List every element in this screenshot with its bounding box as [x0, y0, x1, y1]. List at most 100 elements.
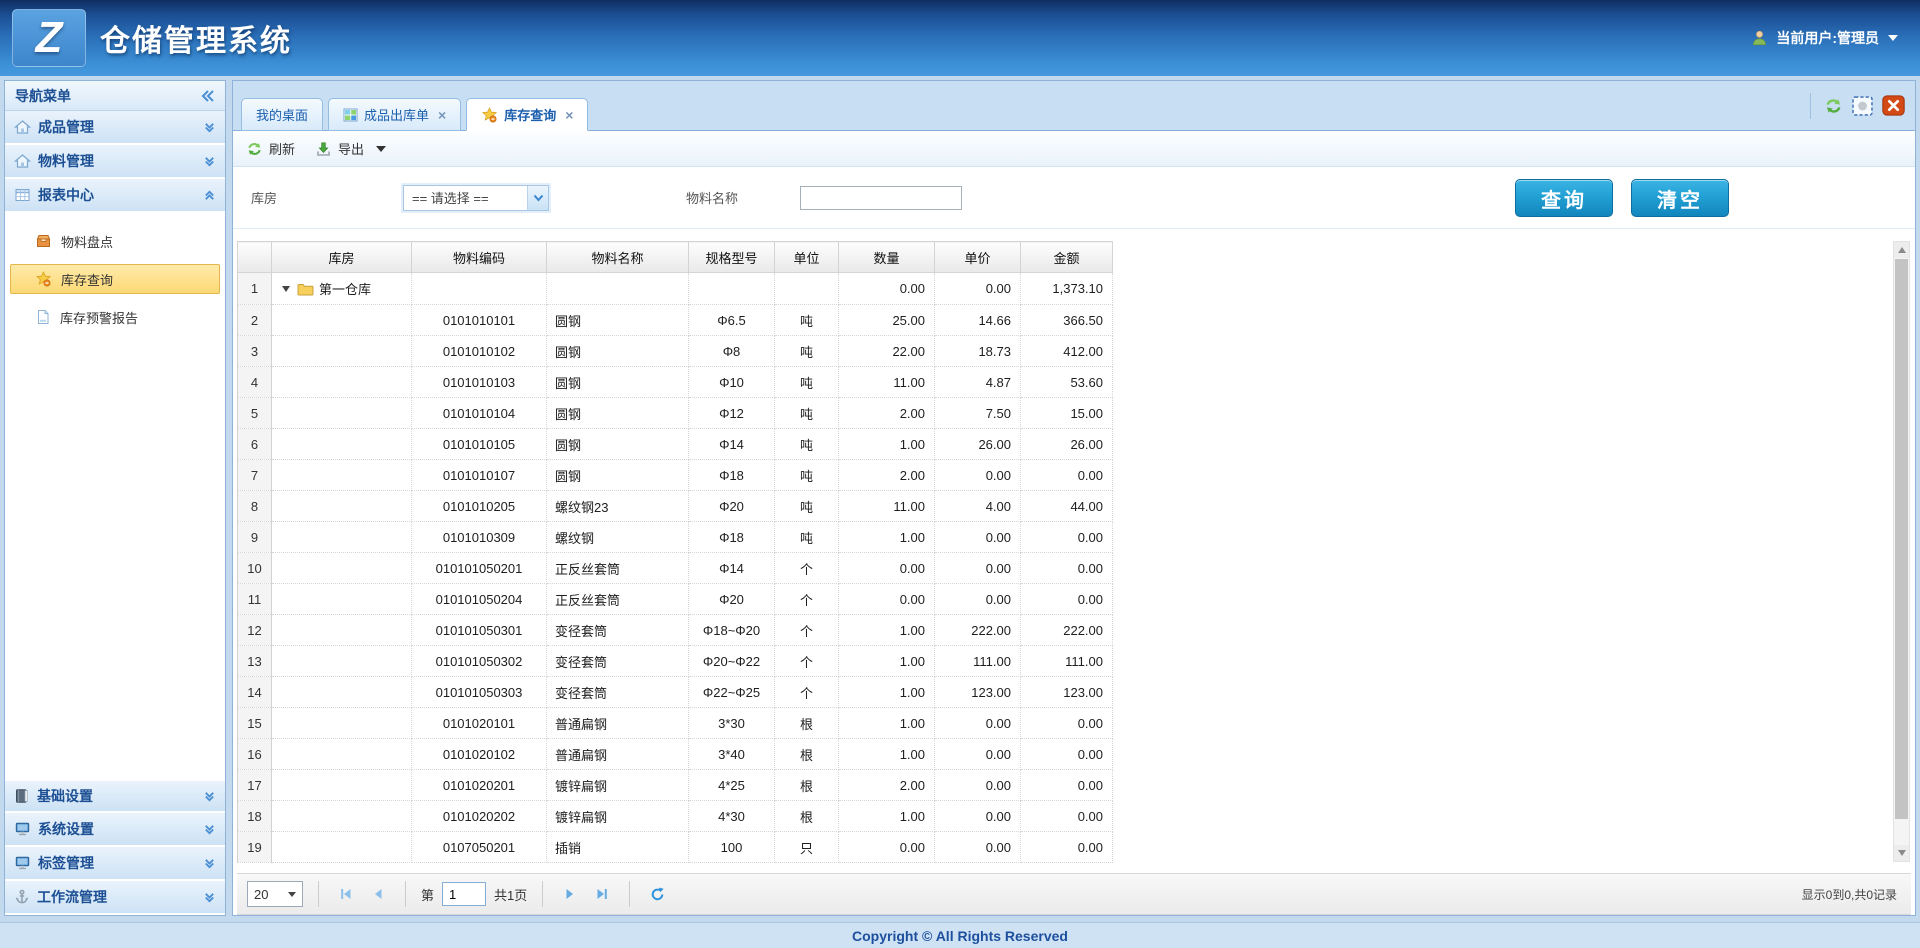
sidebar-group-report-center[interactable]: 报表中心: [5, 179, 225, 213]
sidebar-group-label: 标签管理: [38, 853, 94, 873]
cell-amount: 222.00: [1021, 615, 1113, 646]
cell-unit-price: 0.00: [935, 832, 1021, 863]
cell-unit: 个: [775, 584, 839, 615]
column-header[interactable]: 单位: [775, 242, 839, 273]
cell-amount: 0.00: [1021, 770, 1113, 801]
maximize-icon[interactable]: [1852, 96, 1873, 116]
sidebar-item-inventory-warning-report[interactable]: 库存预警报告: [10, 302, 220, 332]
current-user-label: 当前用户:管理员: [1776, 28, 1879, 48]
clear-button[interactable]: 清空: [1631, 179, 1729, 217]
table-row[interactable]: 40101010103圆钢Φ10吨11.004.8753.60: [238, 367, 1113, 398]
table-group-row[interactable]: 1第一仓库0.000.001,373.10: [238, 273, 1113, 305]
current-user-menu[interactable]: 当前用户:管理员: [1750, 28, 1898, 48]
sidebar-group-product-mgmt[interactable]: 成品管理: [5, 111, 225, 145]
table-row[interactable]: 170101020201镀锌扁钢4*25根2.000.000.00: [238, 770, 1113, 801]
table-row[interactable]: 14010101050303变径套筒Φ22~Φ25个1.00123.00123.…: [238, 677, 1113, 708]
warehouse-select[interactable]: == 请选择 ==: [403, 185, 549, 211]
table-row[interactable]: 12010101050301变径套筒Φ18~Φ20个1.00222.00222.…: [238, 615, 1113, 646]
column-header[interactable]: 金额: [1021, 242, 1113, 273]
cell-row-number: 12: [238, 615, 272, 646]
scrollbar-thumb[interactable]: [1895, 259, 1908, 819]
query-button[interactable]: 查询: [1515, 179, 1613, 217]
cell-spec-model: Φ8: [689, 336, 775, 367]
sidebar-group-label: 工作流管理: [37, 887, 107, 907]
export-button[interactable]: 导出: [315, 139, 386, 158]
cell-unit-price: 7.50: [935, 398, 1021, 429]
sidebar-spacer: [5, 346, 225, 779]
sidebar-group-workflow-mgmt[interactable]: 工作流管理: [5, 881, 225, 915]
column-header[interactable]: 物料编码: [412, 242, 547, 273]
first-page-button[interactable]: [334, 882, 358, 906]
refresh-tabs-icon[interactable]: [1824, 97, 1843, 115]
sidebar-group-system-settings[interactable]: 系统设置: [5, 813, 225, 847]
reload-grid-icon[interactable]: [645, 882, 669, 906]
cell-spec-model: 4*30: [689, 801, 775, 832]
sidebar-collapse-icon[interactable]: [201, 90, 215, 102]
cell-unit: 根: [775, 708, 839, 739]
column-header[interactable]: 数量: [839, 242, 935, 273]
home-icon: [14, 119, 31, 135]
cell-quantity: 2.00: [839, 398, 935, 429]
export-download-icon: [315, 141, 332, 157]
cell-warehouse: 第一仓库: [272, 273, 412, 305]
cell-warehouse: [272, 367, 412, 398]
cell-material-code: 0101010101: [412, 305, 547, 336]
column-header[interactable]: 物料名称: [547, 242, 689, 273]
folder-icon: [297, 282, 314, 296]
prev-page-button[interactable]: [366, 882, 390, 906]
sidebar-title: 导航菜单: [15, 86, 71, 106]
warehouse-name: 第一仓库: [319, 279, 371, 298]
tab-close-icon[interactable]: ×: [438, 107, 446, 123]
table-row[interactable]: 20101010101圆钢Φ6.5吨25.0014.66366.50: [238, 305, 1113, 336]
next-page-button[interactable]: [558, 882, 582, 906]
sidebar-group-basic-settings[interactable]: 基础设置: [5, 779, 225, 813]
table-row[interactable]: 50101010104圆钢Φ12吨2.007.5015.00: [238, 398, 1113, 429]
table-row[interactable]: 10010101050201正反丝套筒Φ14个0.000.000.00: [238, 553, 1113, 584]
chevron-down-icon: [288, 892, 296, 897]
sidebar-group-label-mgmt[interactable]: 标签管理: [5, 847, 225, 881]
table-row[interactable]: 180101020202镀锌扁钢4*30根1.000.000.00: [238, 801, 1113, 832]
table-row[interactable]: 80101010205螺纹钢23Φ20吨11.004.0044.00: [238, 491, 1113, 522]
column-header[interactable]: 单价: [935, 242, 1021, 273]
column-header[interactable]: 库房: [272, 242, 412, 273]
table-row[interactable]: 11010101050204正反丝套筒Φ20个0.000.000.00: [238, 584, 1113, 615]
table-row[interactable]: 60101010105圆钢Φ14吨1.0026.0026.00: [238, 429, 1113, 460]
cell-warehouse: [272, 305, 412, 336]
sidebar-item-label: 库存查询: [61, 270, 113, 289]
material-name-input[interactable]: [800, 186, 962, 210]
cell-unit: 吨: [775, 398, 839, 429]
table-row[interactable]: 13010101050302变径套筒Φ20~Φ22个1.00111.00111.…: [238, 646, 1113, 677]
close-panel-icon[interactable]: [1882, 95, 1905, 116]
cell-unit-price: 18.73: [935, 336, 1021, 367]
tab-close-icon[interactable]: ×: [565, 107, 573, 123]
scroll-down-icon[interactable]: [1894, 845, 1909, 861]
sidebar-item-inventory-query[interactable]: 库存查询: [10, 264, 220, 294]
tab-outbound-order[interactable]: 成品出库单 ×: [328, 98, 461, 131]
cell-unit: 吨: [775, 491, 839, 522]
vertical-scrollbar[interactable]: [1893, 241, 1910, 862]
page-number-input[interactable]: [442, 882, 486, 906]
cell-warehouse: [272, 553, 412, 584]
page-size-select[interactable]: 20: [247, 881, 303, 907]
page-size-value: 20: [254, 887, 268, 902]
tab-my-desktop[interactable]: 我的桌面: [241, 98, 323, 131]
tab-inventory-query[interactable]: 库存查询 ×: [466, 98, 588, 131]
table-row[interactable]: 150101020101普通扁钢3*30根1.000.000.00: [238, 708, 1113, 739]
chevron-down-icon[interactable]: [527, 186, 548, 210]
sidebar-group-material-mgmt[interactable]: 物料管理: [5, 145, 225, 179]
sidebar-item-material-stocktake[interactable]: 物料盘点: [10, 226, 220, 256]
table-row[interactable]: 70101010107圆钢Φ18吨2.000.000.00: [238, 460, 1113, 491]
sidebar-item-label: 库存预警报告: [60, 308, 138, 327]
column-header[interactable]: 规格型号: [689, 242, 775, 273]
chevron-down-icon: [376, 146, 386, 152]
table-row[interactable]: 190107050201插销100只0.000.000.00: [238, 832, 1113, 863]
cell-unit-price: 0.00: [935, 801, 1021, 832]
table-row[interactable]: 160101020102普通扁钢3*40根1.000.000.00: [238, 739, 1113, 770]
table-row[interactable]: 90101010309螺纹钢Φ18吨1.000.000.00: [238, 522, 1113, 553]
table-row[interactable]: 30101010102圆钢Φ8吨22.0018.73412.00: [238, 336, 1113, 367]
last-page-button[interactable]: [590, 882, 614, 906]
collapse-triangle-icon[interactable]: [282, 286, 290, 292]
refresh-button[interactable]: 刷新: [246, 139, 295, 158]
cell-warehouse: [272, 677, 412, 708]
scroll-up-icon[interactable]: [1894, 242, 1909, 258]
